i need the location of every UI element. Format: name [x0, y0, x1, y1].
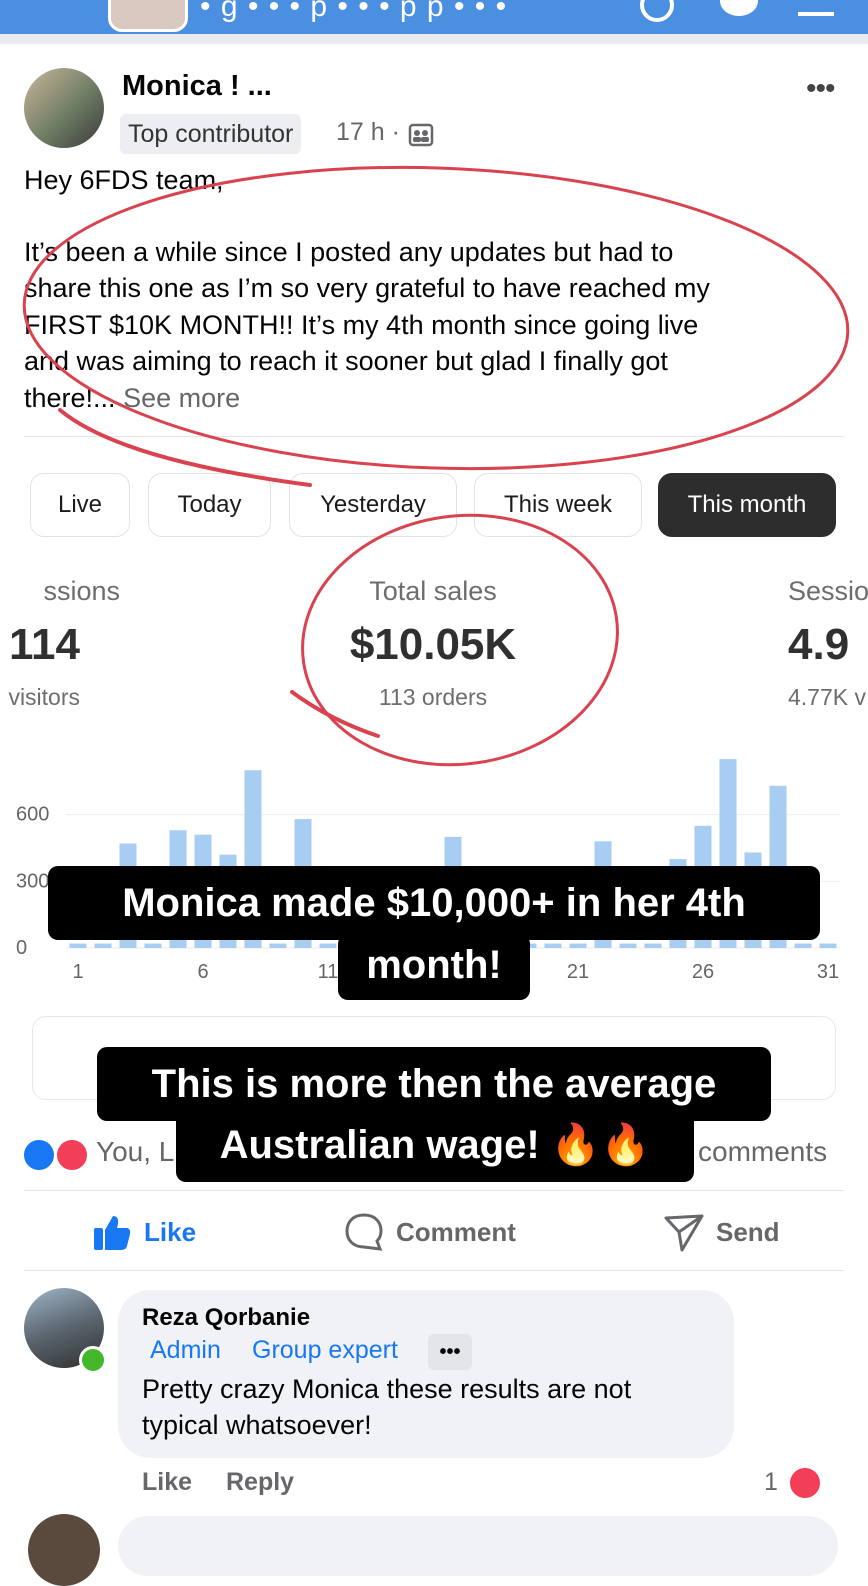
group-expert-badge[interactable]: Group expert [252, 1336, 398, 1365]
comment-icon [345, 1213, 383, 1251]
send-label: Send [716, 1216, 780, 1247]
comment-text-line-1: Pretty crazy Monica these results are no… [142, 1374, 632, 1404]
comment-text-line-2: typical whatsoever! [142, 1410, 372, 1440]
love-reaction-icon[interactable] [55, 1138, 89, 1172]
commenter-name[interactable]: Reza Qorbanie [142, 1304, 310, 1332]
y-tick-label: 0 [16, 937, 27, 959]
comment-label: Comment [396, 1216, 516, 1247]
chart-bar[interactable] [94, 943, 112, 948]
x-tick-label: 11 [318, 961, 339, 983]
caption-line-1: Monica made $10,000+ in her 4th [48, 866, 820, 940]
like-reaction-icon[interactable] [22, 1138, 56, 1172]
x-tick-label: 21 [567, 961, 589, 983]
reactions-divider [24, 1190, 844, 1191]
admin-badge[interactable]: Admin [150, 1336, 221, 1365]
badge-more-button[interactable]: ••• [428, 1334, 472, 1370]
comment-love-icon [788, 1466, 822, 1500]
caption-line-2: month! [338, 934, 530, 1000]
annotation-ellipse-text [22, 165, 850, 471]
chart-bar[interactable] [144, 943, 162, 948]
online-status-icon [79, 1346, 107, 1374]
chart-bar[interactable] [644, 943, 662, 948]
chart-bar[interactable] [569, 943, 587, 948]
chart-bar[interactable] [619, 943, 637, 948]
comment-like-button[interactable]: Like [142, 1468, 192, 1497]
y-tick-label: 300 [16, 870, 49, 892]
caption-line-4: Australian wage! 🔥🔥 [176, 1108, 694, 1182]
comments-count[interactable]: comments [698, 1136, 827, 1168]
x-tick-label: 31 [817, 961, 839, 983]
x-tick-label: 26 [692, 961, 714, 983]
chart-bar[interactable] [69, 943, 87, 948]
comment-reaction-count[interactable]: 1 [764, 1468, 778, 1497]
chart-bar[interactable] [794, 943, 812, 948]
send-button[interactable]: Send [664, 1208, 780, 1256]
chart-bar[interactable] [269, 943, 287, 948]
like-label: Like [144, 1216, 197, 1247]
send-icon [664, 1214, 704, 1252]
next-commenter-avatar[interactable] [28, 1514, 100, 1586]
like-button[interactable]: Like [92, 1208, 196, 1256]
y-tick-label: 600 [16, 804, 49, 826]
chart-bar[interactable] [544, 943, 562, 948]
thumbs-up-icon [94, 1216, 131, 1250]
reactions-summary[interactable]: You, L [96, 1136, 174, 1168]
chart-bar[interactable] [819, 943, 837, 948]
chart-bar[interactable] [319, 943, 337, 948]
x-tick-label: 1 [72, 961, 83, 983]
annotation-tail-text [58, 408, 312, 487]
annotation-tail-sales [290, 690, 380, 738]
comment-button[interactable]: Comment [344, 1208, 516, 1256]
next-comment-bubble[interactable] [118, 1516, 838, 1576]
actions-divider [24, 1270, 844, 1271]
x-tick-label: 6 [197, 961, 208, 983]
comment-reply-button[interactable]: Reply [226, 1468, 294, 1497]
